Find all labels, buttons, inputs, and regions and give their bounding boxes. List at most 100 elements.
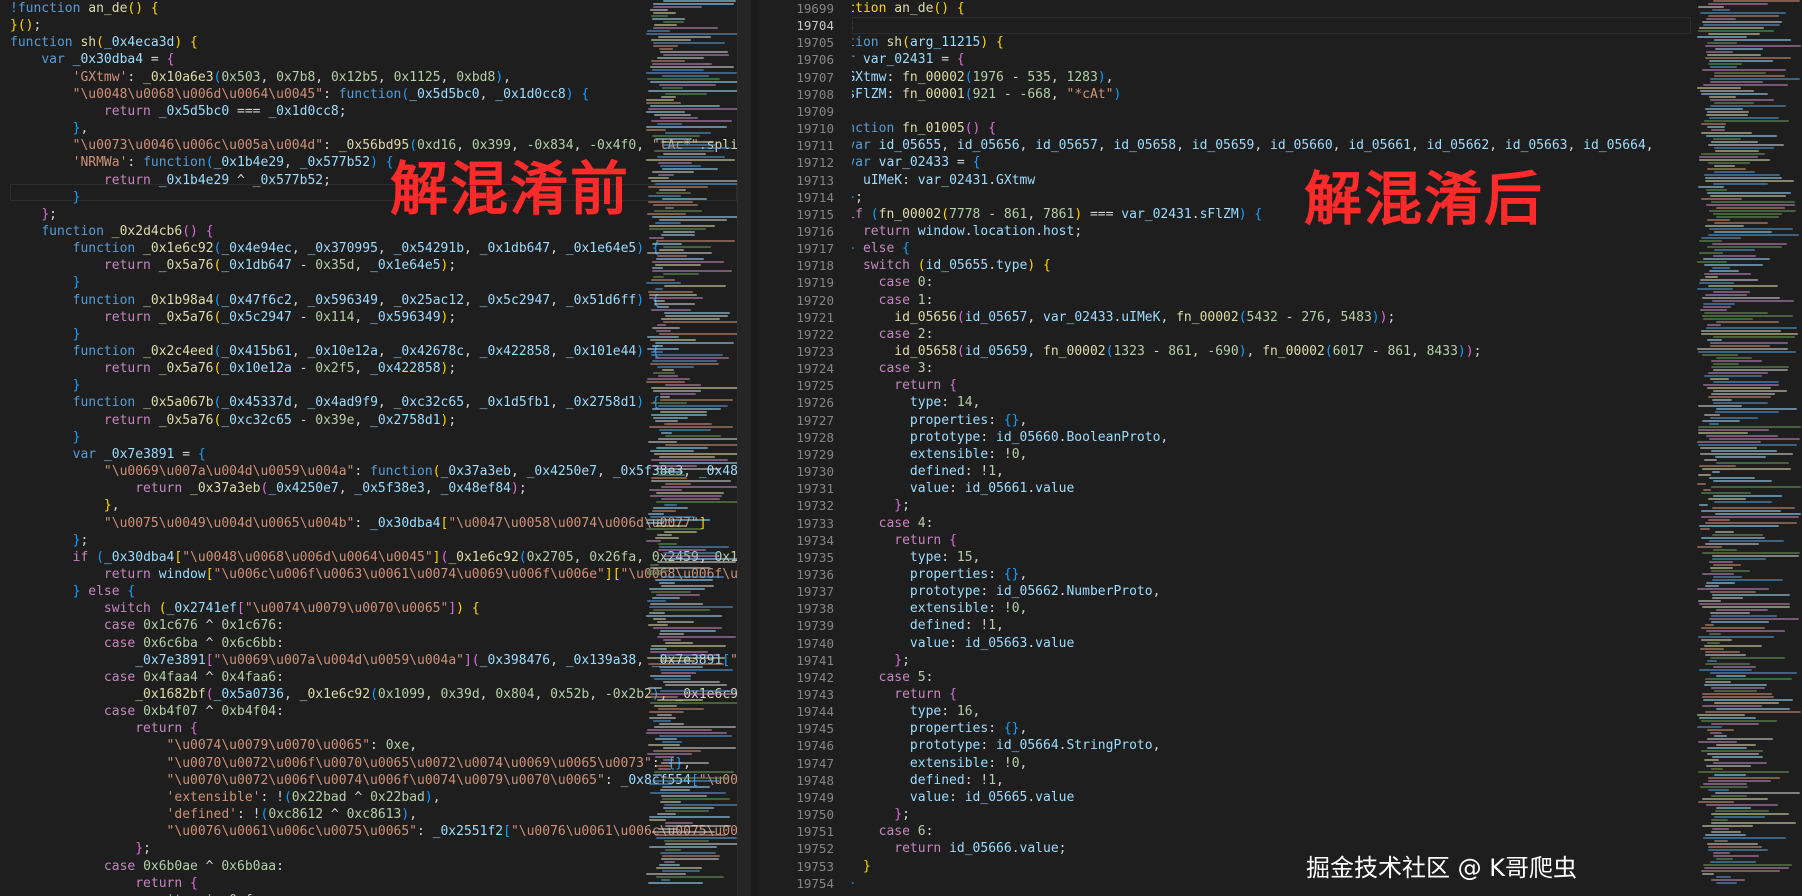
- left-editor-pane[interactable]: !function an_de() {}(); function sh(_0x4e…: [0, 0, 737, 896]
- code-line[interactable]: function _0x2c4eed(_0x415b61, _0x10e12a,…: [10, 343, 660, 360]
- code-line[interactable]: "\u0075\u0049\u004d\u0065\u004b": _0x30d…: [10, 515, 707, 532]
- code-line[interactable]: defined: !1,: [852, 463, 1004, 480]
- code-line[interactable]: };: [852, 497, 910, 514]
- code-line[interactable]: return {: [852, 377, 957, 394]
- code-line[interactable]: return window["\u006c\u006f\u0063\u0061\…: [10, 566, 737, 583]
- code-line[interactable]: "\u0076\u0061\u006c\u0075\u0065": _0x255…: [10, 823, 737, 840]
- code-line[interactable]: }: [10, 189, 81, 206]
- code-line[interactable]: case 0x4faa4 ^ 0x4faa6:: [10, 669, 284, 686]
- code-line[interactable]: switch (_0x2741ef["\u0074\u0079\u0070\u0…: [10, 600, 480, 617]
- code-line[interactable]: prototype: id_05664.StringProto,: [852, 737, 1160, 754]
- code-line[interactable]: } else {: [10, 583, 136, 600]
- code-line[interactable]: "\u0074\u0079\u0070\u0065": 0xe,: [10, 737, 417, 754]
- code-line[interactable]: extensible: !0,: [852, 755, 1027, 772]
- left-minimap-content[interactable]: [640, 0, 737, 896]
- code-line[interactable]: "\u0048\u0068\u006d\u0064\u0045": functi…: [10, 86, 590, 103]
- code-line[interactable]: prototype: id_05660.BooleanProto,: [852, 429, 1168, 446]
- code-line[interactable]: }();: [10, 17, 41, 34]
- code-line[interactable]: };: [852, 189, 863, 206]
- code-line[interactable]: return window.location.host;: [852, 223, 1082, 240]
- code-line[interactable]: return {: [10, 875, 198, 892]
- code-line[interactable]: case 0x6c6ba ^ 0x6c6bb:: [10, 635, 284, 652]
- code-line[interactable]: _0x7e3891["\u0069\u007a\u004d\u0059\u004…: [10, 652, 737, 669]
- code-line[interactable]: var _0x30dba4 = {: [10, 51, 174, 68]
- code-line[interactable]: value: id_05663.value: [852, 635, 1074, 652]
- code-line[interactable]: case 0xb4f07 ^ 0xb4f04:: [10, 703, 284, 720]
- code-line[interactable]: };: [10, 840, 151, 857]
- code-line[interactable]: return _0x5d5bc0 === _0x1d0cc8;: [10, 103, 347, 120]
- code-line[interactable]: var var_02433 = {: [852, 154, 980, 171]
- code-line[interactable]: extensible: !0,: [852, 600, 1027, 617]
- code-line[interactable]: case 6:: [852, 823, 934, 840]
- code-line[interactable]: case 4:: [852, 515, 934, 532]
- code-line[interactable]: return _0x5a76(_0xc32c65 - 0x39e, _0x275…: [10, 412, 456, 429]
- code-line[interactable]: }: [10, 377, 81, 394]
- code-line[interactable]: prototype: id_05662.NumberProto,: [852, 583, 1160, 600]
- right-editor-pane[interactable]: (function an_de() {})();function sh(arg_…: [852, 0, 1691, 896]
- code-line[interactable]: return {: [852, 532, 957, 549]
- code-line[interactable]: };: [852, 806, 910, 823]
- code-line[interactable]: case 2:: [852, 326, 934, 343]
- code-line[interactable]: function sh(arg_11215) {: [852, 34, 1004, 51]
- code-line[interactable]: 'extensible': !(0x22bad ^ 0x22bad),: [10, 789, 441, 806]
- code-line[interactable]: id_05658(id_05659, fn_00002(1323 - 861, …: [852, 343, 1481, 360]
- code-line[interactable]: case 0x6b0ae ^ 0x6b0aa:: [10, 858, 284, 875]
- code-line[interactable]: function _0x1e6c92(_0x4e94ec, _0x370995,…: [10, 240, 660, 257]
- code-line[interactable]: };: [10, 532, 89, 549]
- code-line[interactable]: return _0x5a76(_0x5c2947 - 0x114, _0x596…: [10, 309, 456, 326]
- code-line[interactable]: function fn_01005() {: [852, 120, 996, 137]
- code-line[interactable]: type: 15,: [852, 549, 980, 566]
- code-line[interactable]: defined: !1,: [852, 772, 1004, 789]
- code-line[interactable]: type: 16,: [852, 703, 980, 720]
- code-line[interactable]: };: [10, 206, 57, 223]
- code-line[interactable]: properties: {},: [852, 720, 1027, 737]
- code-line[interactable]: function _0x5a067b(_0x45337d, _0x4ad9f9,…: [10, 394, 660, 411]
- code-line[interactable]: 'GXtmw': _0x10a6e3(0x503, 0x7b8, 0x12b5,…: [10, 69, 511, 86]
- right-minimap[interactable]: [1691, 0, 1802, 896]
- code-line[interactable]: !function an_de() {: [10, 0, 159, 17]
- code-line[interactable]: value: id_05661.value: [852, 480, 1074, 497]
- code-line[interactable]: extensible: !0,: [852, 446, 1027, 463]
- code-line[interactable]: }: [10, 326, 81, 343]
- code-line[interactable]: }: [852, 858, 871, 875]
- code-line[interactable]: uIMeK: var_02431.GXtmw: [852, 172, 1035, 189]
- code-line[interactable]: },: [10, 120, 89, 137]
- code-line[interactable]: case 1:: [852, 292, 934, 309]
- code-line[interactable]: function _0x1b98a4(_0x47f6c2, _0x596349,…: [10, 292, 660, 309]
- code-line[interactable]: 'defined': !(0xc8612 ^ 0xc8613),: [10, 806, 418, 823]
- code-line[interactable]: (function an_de() {: [852, 0, 965, 17]
- code-line[interactable]: 'NRMWa': function(_0x1b4e29, _0x577b52) …: [10, 154, 394, 171]
- code-line[interactable]: var _0x7e3891 = {: [10, 446, 206, 463]
- code-line[interactable]: return {: [852, 686, 957, 703]
- code-line[interactable]: properties: {},: [852, 566, 1027, 583]
- code-line[interactable]: return {: [10, 720, 198, 737]
- code-line[interactable]: "\u0069\u007a\u004d\u0059\u004a": functi…: [10, 463, 737, 480]
- code-line[interactable]: return _0x1b4e29 ^ _0x577b52;: [10, 172, 331, 189]
- code-line[interactable]: },: [10, 497, 120, 514]
- code-line[interactable]: function sh(_0x4eca3d) {: [10, 34, 198, 51]
- code-line[interactable]: value: id_05665.value: [852, 789, 1074, 806]
- code-line[interactable]: case 5:: [852, 669, 934, 686]
- code-line[interactable]: case 3:: [852, 360, 934, 377]
- code-line[interactable]: return _0x37a3eb(_0x4250e7, _0x5f38e3, _…: [10, 480, 526, 497]
- code-line[interactable]: 'type': 0xf,: [10, 892, 261, 896]
- code-line[interactable]: id_05656(id_05657, var_02433.uIMeK, fn_0…: [852, 309, 1395, 326]
- code-line[interactable]: return id_05666.value;: [852, 840, 1066, 857]
- code-line[interactable]: }: [10, 274, 81, 291]
- code-line[interactable]: if (_0x30dba4["\u0048\u0068\u006d\u0064\…: [10, 549, 737, 566]
- code-line[interactable]: _0x1682bf(_0x5a0736, _0x1e6c92(0x1099, 0…: [10, 686, 737, 703]
- code-line[interactable]: GXtmw: fn_00002(1976 - 535, 1283),: [852, 69, 1113, 86]
- code-line[interactable]: type: 14,: [852, 394, 980, 411]
- code-line[interactable]: } else {: [852, 240, 910, 257]
- code-line[interactable]: case 0x1c676 ^ 0x1c676:: [10, 617, 284, 634]
- code-line[interactable]: }: [10, 429, 81, 446]
- code-line[interactable]: defined: !1,: [852, 617, 1004, 634]
- code-line[interactable]: "\u0070\u0072\u006f\u0074\u006f\u0074\u0…: [10, 772, 737, 789]
- code-line[interactable]: function _0x2d4cb6() {: [10, 223, 213, 240]
- code-line[interactable]: switch (id_05655.type) {: [852, 257, 1051, 274]
- code-line[interactable]: })();: [852, 17, 855, 34]
- code-line[interactable]: sFlZM: fn_00001(921 - -668, "*cAt"): [852, 86, 1121, 103]
- code-line[interactable]: case 0:: [852, 274, 934, 291]
- code-line[interactable]: };: [852, 652, 910, 669]
- code-line[interactable]: var var_02431 = {: [852, 51, 965, 68]
